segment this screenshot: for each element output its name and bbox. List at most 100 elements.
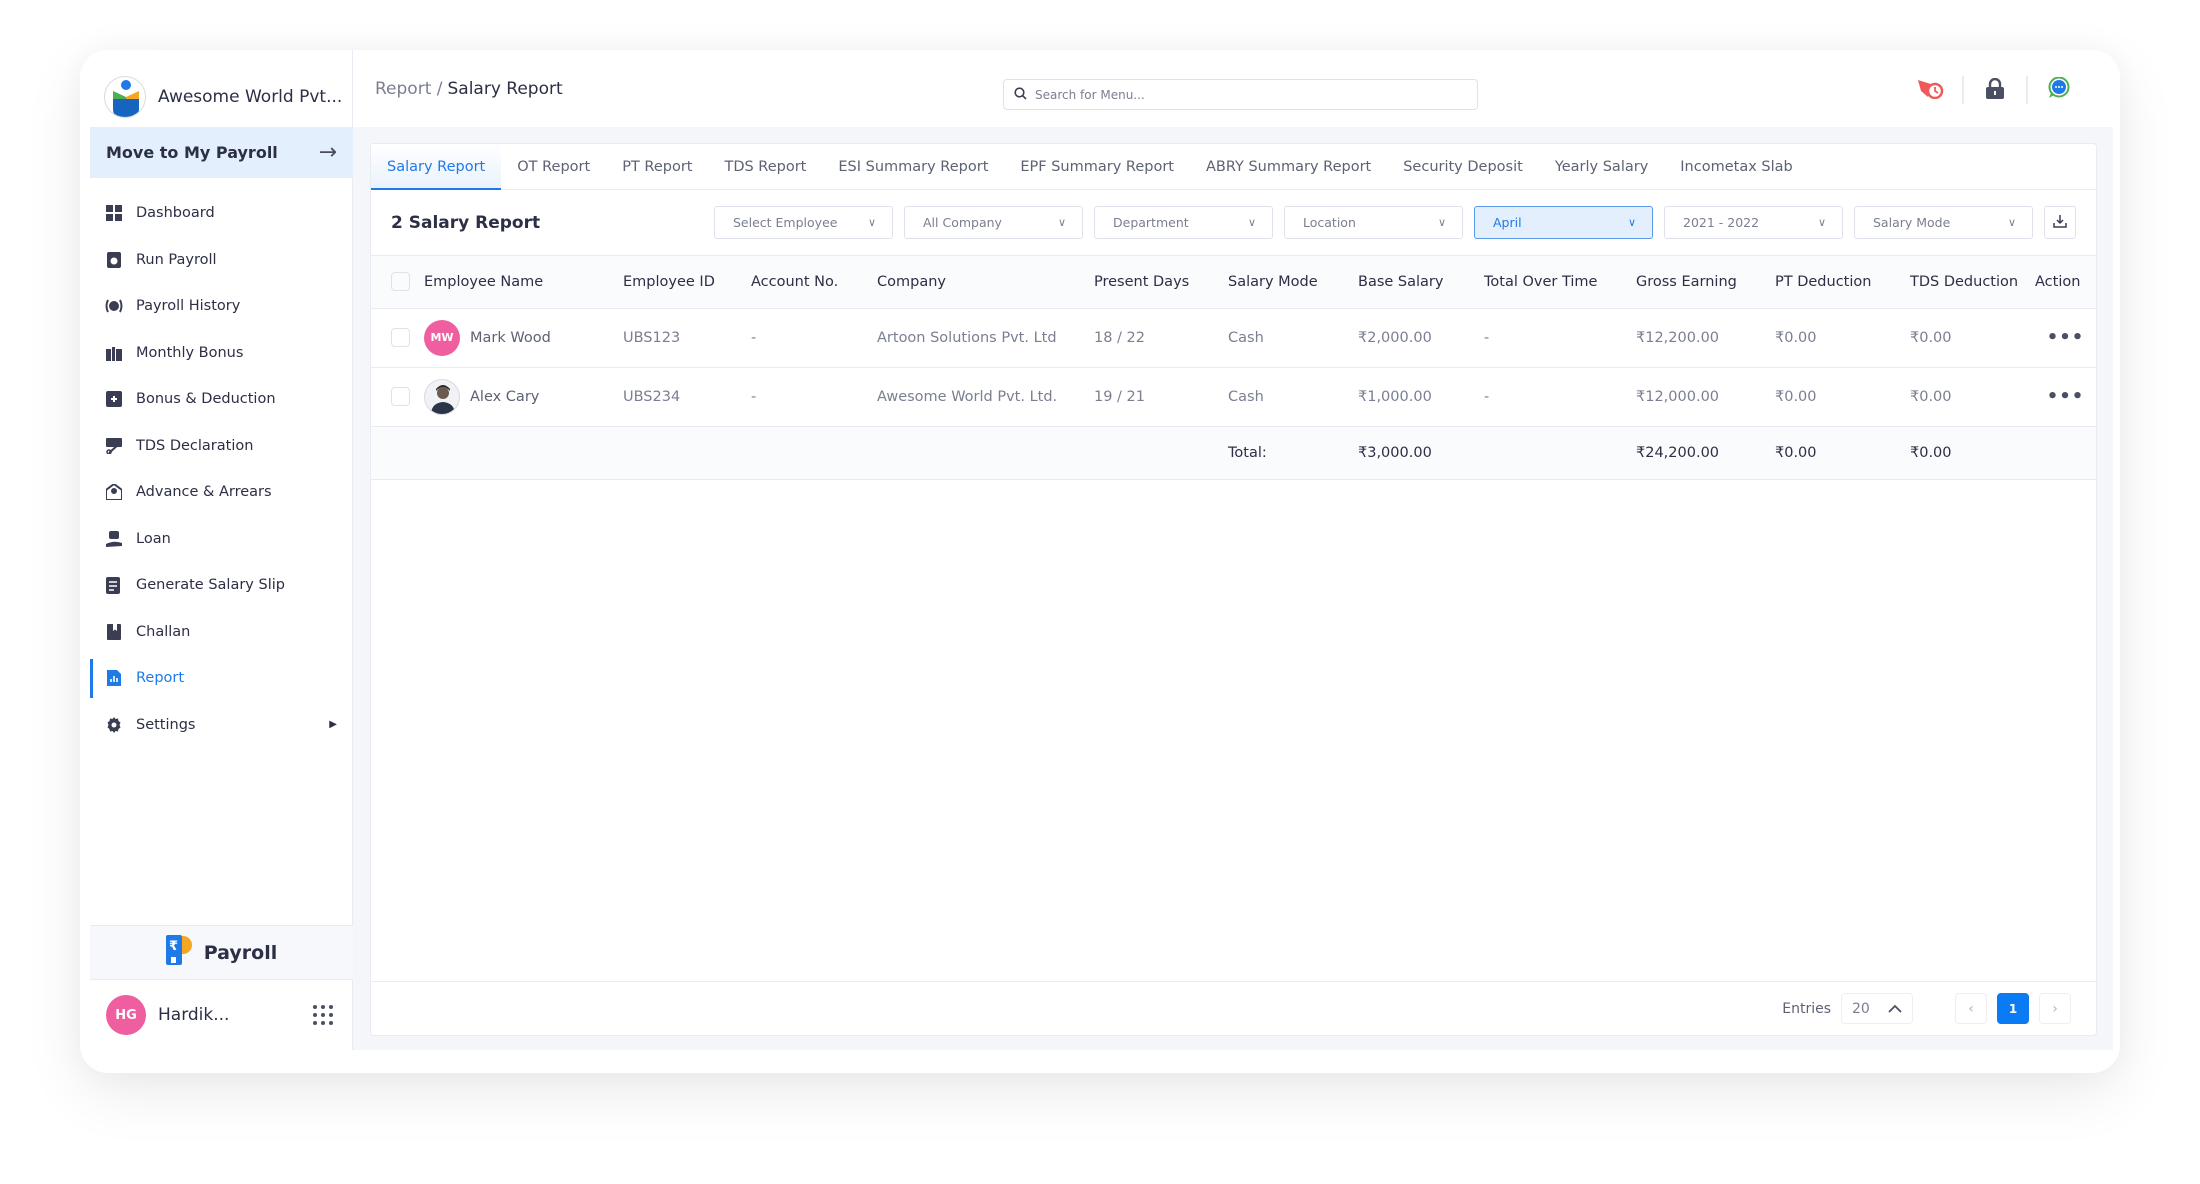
move-to-my-payroll-button[interactable]: Move to My Payroll → — [90, 127, 353, 178]
employee-name[interactable]: Mark Wood — [470, 330, 551, 346]
tab-ot-report[interactable]: OT Report — [501, 144, 606, 189]
sidebar-item-loan[interactable]: Loan — [90, 516, 353, 563]
sidebar-item-monthly-bonus[interactable]: Monthly Bonus — [90, 330, 353, 377]
chevron-down-icon: ∨ — [1627, 216, 1636, 229]
account-no: - — [751, 367, 877, 427]
total-label: Total: — [1228, 426, 1358, 480]
tab-epf-summary-report[interactable]: EPF Summary Report — [1004, 144, 1190, 189]
download-button[interactable] — [2044, 206, 2076, 239]
avatar — [424, 378, 460, 415]
year-dropdown[interactable]: 2021 - 2022 ∨ — [1664, 206, 1843, 239]
sidebar-item-dashboard[interactable]: Dashboard — [90, 190, 353, 237]
col-company[interactable]: Company — [877, 256, 1094, 309]
sidebar-item-advance-arrears[interactable]: Advance & Arrears — [90, 469, 353, 516]
department-dropdown[interactable]: Department ∨ — [1094, 206, 1273, 239]
move-to-label: Move to My Payroll — [106, 143, 278, 162]
employee-name[interactable]: Alex Cary — [470, 389, 539, 405]
main-content: Salary Report OT Report PT Report TDS Re… — [353, 127, 2113, 1050]
top-bar: Report / Salary Report Search for Menu..… — [353, 50, 2120, 127]
pt-deduction: ₹0.00 — [1775, 308, 1910, 368]
base-salary: ₹2,000.00 — [1358, 308, 1484, 368]
breadcrumb-parent[interactable]: Report / — [375, 79, 443, 99]
header-actions — [1900, 70, 2090, 110]
sidebar-item-label: Payroll History — [136, 298, 241, 315]
loan-icon — [105, 530, 123, 548]
payroll-app-name: Payroll — [203, 941, 278, 964]
chevron-left-icon: ‹ — [1968, 1000, 1974, 1017]
svg-text:₹: ₹ — [169, 939, 178, 954]
dropdown-value: Select Employee — [733, 215, 838, 230]
tds-deduction: ₹0.00 — [1910, 367, 2035, 427]
tab-security-deposit[interactable]: Security Deposit — [1387, 144, 1539, 189]
tab-yearly-salary[interactable]: Yearly Salary — [1539, 144, 1664, 189]
tab-pt-report[interactable]: PT Report — [606, 144, 708, 189]
page-button-current[interactable]: 1 — [1997, 993, 2029, 1024]
breadcrumb-current: Salary Report — [447, 78, 563, 99]
sidebar-item-label: Loan — [136, 530, 171, 547]
sidebar-item-report[interactable]: Report — [90, 655, 353, 702]
location-dropdown[interactable]: Location ∨ — [1284, 206, 1463, 239]
sidebar-item-bonus-deduction[interactable]: Bonus & Deduction — [90, 376, 353, 423]
company-dropdown[interactable]: All Company ∨ — [904, 206, 1083, 239]
lock-button[interactable] — [1964, 70, 2026, 110]
app-window: Awesome World Pvt... Move to My Payroll … — [80, 50, 2120, 1073]
tab-incometax-slab[interactable]: Incometax Slab — [1664, 144, 1808, 189]
user-name: Hardik... — [158, 1005, 230, 1025]
history-icon — [105, 297, 123, 315]
sidebar-item-run-payroll[interactable]: Run Payroll — [90, 237, 353, 284]
chat-button[interactable] — [2028, 70, 2090, 110]
select-all-checkbox[interactable] — [391, 272, 410, 292]
sidebar-item-label: Report — [136, 670, 185, 687]
prev-page-button[interactable]: ‹ — [1955, 993, 1987, 1024]
entries-per-page-select[interactable]: 20 — [1841, 993, 1913, 1024]
account-no: - — [751, 308, 877, 368]
user-profile[interactable]: HG Hardik... — [90, 980, 353, 1050]
total-tds-deduction: ₹0.00 — [1910, 426, 2035, 480]
report-title: 2 Salary Report — [391, 212, 541, 233]
tds-deduction: ₹0.00 — [1910, 308, 2035, 368]
gear-icon — [105, 716, 123, 734]
chevron-up-icon — [1888, 1001, 1902, 1017]
punch-clock-button[interactable] — [1900, 70, 1962, 110]
row-checkbox[interactable] — [391, 387, 410, 406]
dropdown-value: 2021 - 2022 — [1683, 215, 1760, 230]
search-input[interactable]: Search for Menu... — [1003, 79, 1478, 110]
salary-mode-dropdown[interactable]: Salary Mode ∨ — [1854, 206, 2033, 239]
dropdown-value: Location — [1303, 215, 1356, 230]
col-total-over-time[interactable]: Total Over Time — [1484, 256, 1636, 309]
company-switcher[interactable]: Awesome World Pvt... — [104, 72, 342, 122]
more-actions-icon[interactable]: ••• — [2047, 327, 2085, 348]
employee-id: UBS123 — [623, 308, 751, 368]
present-days: 19 / 21 — [1094, 367, 1228, 427]
tab-salary-report[interactable]: Salary Report — [371, 144, 502, 190]
chevron-down-icon: ∨ — [2007, 216, 2016, 229]
col-pt-deduction[interactable]: PT Deduction — [1775, 256, 1910, 309]
sidebar-item-payroll-history[interactable]: Payroll History — [90, 283, 353, 330]
col-employee-id[interactable]: Employee ID — [623, 256, 751, 309]
dropdown-value: Department — [1113, 215, 1189, 230]
sidebar-item-generate-salary-slip[interactable]: Generate Salary Slip — [90, 562, 353, 609]
chevron-down-icon: ∨ — [867, 216, 876, 229]
col-salary-mode[interactable]: Salary Mode — [1228, 256, 1358, 309]
col-account-no[interactable]: Account No. — [751, 256, 877, 309]
tab-abry-summary-report[interactable]: ABRY Summary Report — [1190, 144, 1387, 189]
sidebar-item-tds-declaration[interactable]: TDS Declaration — [90, 423, 353, 470]
sidebar-item-challan[interactable]: Challan — [90, 609, 353, 656]
apps-grid-icon[interactable] — [313, 1005, 333, 1025]
more-actions-icon[interactable]: ••• — [2047, 386, 2085, 407]
row-checkbox[interactable] — [391, 328, 410, 347]
col-tds-deduction[interactable]: TDS Deduction — [1910, 256, 2035, 309]
col-base-salary[interactable]: Base Salary — [1358, 256, 1484, 309]
col-employee-name[interactable]: Employee Name — [424, 256, 623, 309]
tab-tds-report[interactable]: TDS Report — [708, 144, 822, 189]
sidebar-item-settings[interactable]: Settings ▶ — [90, 702, 353, 749]
month-dropdown[interactable]: April ∨ — [1474, 206, 1653, 239]
sidebar-item-label: Run Payroll — [136, 251, 217, 268]
tab-esi-summary-report[interactable]: ESI Summary Report — [822, 144, 1004, 189]
next-page-button[interactable]: › — [2039, 993, 2071, 1024]
col-present-days[interactable]: Present Days — [1094, 256, 1228, 309]
select-employee-dropdown[interactable]: Select Employee ∨ — [714, 206, 893, 239]
payroll-logo-icon: ₹ — [165, 935, 192, 970]
sidebar-item-label: TDS Declaration — [136, 437, 254, 454]
col-gross-earning[interactable]: Gross Earning — [1636, 256, 1775, 309]
